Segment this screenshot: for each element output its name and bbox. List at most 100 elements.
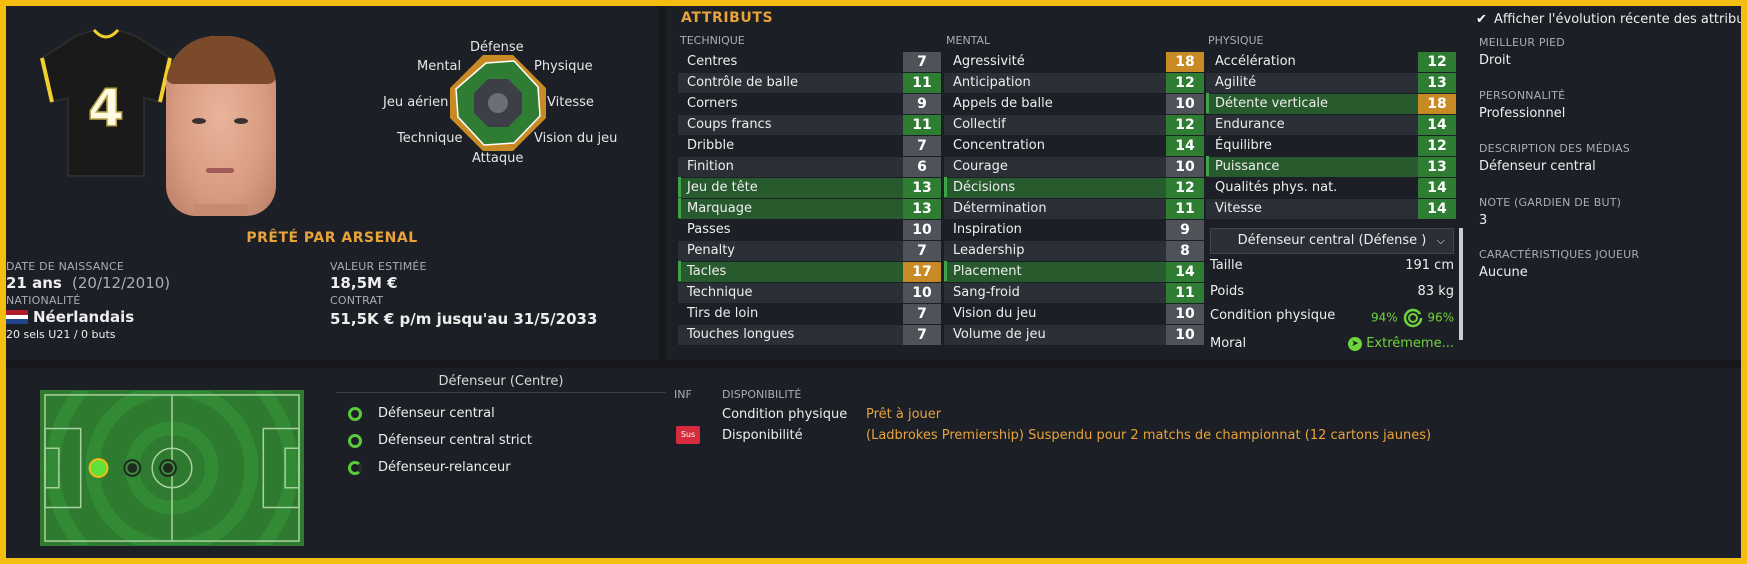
media-description-label: DESCRIPTION DES MÉDIAS [1479,142,1630,155]
attribute-value: 10 [1166,156,1204,177]
player-face-image [166,36,276,216]
radar-label-attaque: Attaque [472,151,524,166]
availability-value: (Ladbrokes Premiership) Suspendu pour 2 … [866,428,1432,443]
attribute-row[interactable]: Tacles 17 [678,261,941,282]
birth-label: DATE DE NAISSANCE [6,260,124,273]
attribute-row[interactable]: Technique 10 [678,282,941,303]
attribute-name: Jeu de tête [678,177,903,198]
netherlands-flag-icon [6,310,28,324]
attribute-name: Endurance [1206,114,1418,135]
height-row: Taille 191 cm [1210,258,1454,273]
attribute-row[interactable]: Anticipation 12 [944,72,1204,93]
attribute-name: Vitesse [1206,198,1418,219]
position-divider [336,392,666,393]
attribute-row[interactable]: Centres 7 [678,51,941,72]
best-foot-label: MEILLEUR PIED [1479,36,1565,49]
attribute-value: 7 [903,303,941,324]
attribute-name: Collectif [944,114,1166,135]
attribute-row[interactable]: Finition 6 [678,156,941,177]
radar-label-vitesse: Vitesse [547,95,594,110]
attribute-row[interactable]: Leadership 8 [944,240,1204,261]
attribute-row[interactable]: Qualités phys. nat. 14 [1206,177,1456,198]
attribute-row[interactable]: Équilibre 12 [1206,135,1456,156]
attribute-value: 9 [903,93,941,114]
attribute-row[interactable]: Volume de jeu 10 [944,324,1204,345]
attribute-name: Concentration [953,137,1045,153]
condition-status-value: Prêt à jouer [866,407,942,422]
media-description-block: DESCRIPTION DES MÉDIAS Défenseur central [1479,142,1630,174]
attribute-row[interactable]: Détermination 11 [944,198,1204,219]
attribute-row[interactable]: Endurance 14 [1206,114,1456,135]
availability-header: DISPONIBILITÉ [722,388,802,401]
attribute-row[interactable]: Placement 14 [944,261,1204,282]
attribute-name: Puissance [1206,156,1418,177]
age-value: 21 ans [6,274,62,292]
attribute-row[interactable]: Marquage 13 [678,198,941,219]
attribute-value: 11 [903,72,941,93]
attribute-row[interactable]: Vision du jeu 10 [944,303,1204,324]
attribute-value: 8 [1166,240,1204,261]
role-name: Défenseur central strict [378,433,532,448]
attribute-row[interactable]: Tirs de loin 7 [678,303,941,324]
role-select[interactable]: Défenseur central (Défense ) ⌵ [1210,228,1454,254]
attribute-row[interactable]: Sang-froid 11 [944,282,1204,303]
technique-header: TECHNIQUE [680,34,745,47]
attribute-name: Leadership [944,240,1166,261]
role-select-value: Défenseur central (Défense ) [1237,233,1427,248]
value-label: VALEUR ESTIMÉE [330,260,427,273]
shirt-image: 4 [40,28,172,177]
attribute-row[interactable]: Vitesse 14 [1206,198,1456,219]
traits-value: Aucune [1479,265,1528,280]
attribute-value: 10 [1166,303,1204,324]
attribute-name: Sang-froid [944,282,1166,303]
attribute-row[interactable]: Collectif 12 [944,114,1204,135]
radar-octagon [450,55,546,151]
attribute-row[interactable]: Détente verticale 18 [1206,93,1456,114]
player-profile-screen: 4 Défense Physique Vitesse Vision du jeu… [6,6,1741,558]
toggle-recent-evolution[interactable]: ✔ Afficher l'évolution récente des attrib… [1476,12,1741,27]
attribute-row[interactable]: Passes 10 [678,219,941,240]
attribute-row[interactable]: Dribble 7 [678,135,941,156]
attribute-name: Détente verticale [1206,93,1418,114]
inf-label: INF [674,388,692,401]
attribute-name: Appels de balle [953,95,1053,111]
role-suitability-icon [348,407,362,421]
attribute-name: Inspiration [953,221,1022,237]
attribute-row[interactable]: Contrôle de balle 11 [678,72,941,93]
media-description-value: Défenseur central [1479,159,1596,174]
nationality-label: NATIONALITÉ [6,294,81,307]
traits-label: CARACTÉRISTIQUES JOUEUR [1479,248,1640,261]
attribute-radar: Défense Physique Vitesse Vision du jeu A… [376,40,626,190]
condition-status-label: Condition physique [722,407,848,422]
attribute-name: Placement [944,261,1166,282]
physique-scrollbar[interactable] [1459,228,1463,340]
attribute-row[interactable]: Touches longues 7 [678,324,941,345]
attribute-value: 14 [1418,198,1456,219]
attribute-value: 12 [1166,72,1204,93]
attribute-name: Technique [678,282,903,303]
attribute-row[interactable]: Inspiration 9 [944,219,1204,240]
height-value: 191 cm [1405,258,1454,273]
attribute-row[interactable]: Décisions 12 [944,177,1204,198]
attribute-row[interactable]: Concentration 14 [944,135,1204,156]
attribute-value: 14 [1166,261,1204,282]
attribute-row[interactable]: Penalty 7 [678,240,941,261]
attribute-name: Finition [678,156,903,177]
attribute-name: Penalty [678,240,903,261]
attribute-row[interactable]: Agressivité 18 [944,51,1204,72]
attribute-row[interactable]: Coups francs 11 [678,114,941,135]
attribute-row[interactable]: Puissance 13 [1206,156,1456,177]
attribute-row[interactable]: Courage 10 [944,156,1204,177]
attribute-row[interactable]: Appels de balle 10 [944,93,1204,114]
loan-label: PRÊTÉ PAR ARSENAL [246,230,418,246]
attribute-value: 14 [1418,177,1456,198]
attribute-value: 13 [903,198,941,219]
attribute-row[interactable]: Agilité 13 [1206,72,1456,93]
attribute-row[interactable]: Corners 9 [678,93,941,114]
attribute-name: Touches longues [678,324,903,345]
condition-ring-icon [1403,308,1422,328]
attribute-value: 13 [903,177,941,198]
attribute-row[interactable]: Accélération 12 [1206,51,1456,72]
morale-label: Moral [1210,336,1247,351]
attribute-row[interactable]: Jeu de tête 13 [678,177,941,198]
